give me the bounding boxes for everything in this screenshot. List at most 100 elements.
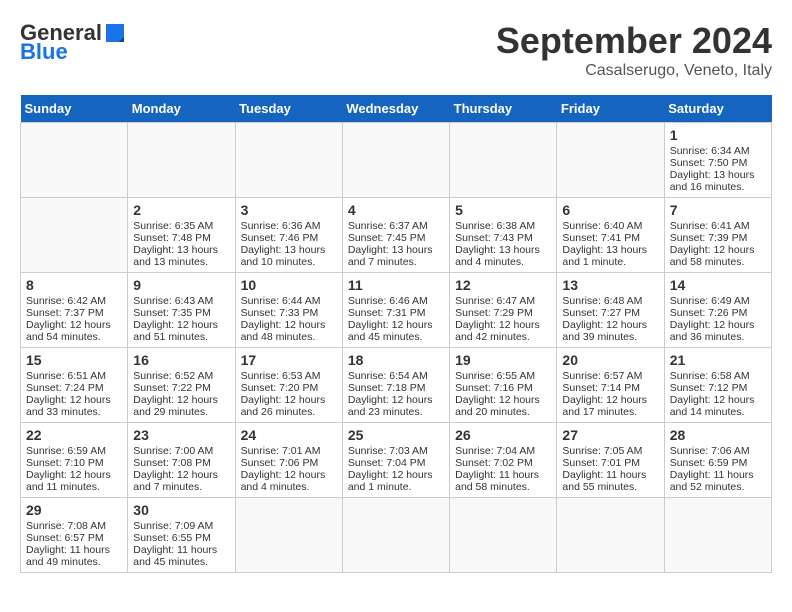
sunrise-text: Sunrise: 6:53 AM	[241, 370, 321, 382]
day-number: 13	[562, 277, 658, 293]
empty-cell	[342, 498, 449, 573]
month-title: September 2024	[496, 20, 772, 62]
sunset-text: Sunset: 7:39 PM	[670, 232, 748, 244]
calendar-week-2: 8 Sunrise: 6:42 AM Sunset: 7:37 PM Dayli…	[21, 273, 772, 348]
daylight-text: Daylight: 12 hours and 45 minutes.	[348, 319, 433, 343]
sunset-text: Sunset: 7:50 PM	[670, 157, 748, 169]
daylight-text: Daylight: 11 hours and 49 minutes.	[26, 544, 110, 568]
day-number: 23	[133, 427, 229, 443]
logo: General Blue	[20, 20, 126, 62]
sunset-text: Sunset: 7:20 PM	[241, 382, 319, 394]
daylight-text: Daylight: 12 hours and 39 minutes.	[562, 319, 647, 343]
sunrise-text: Sunrise: 6:49 AM	[670, 295, 750, 307]
sunset-text: Sunset: 6:55 PM	[133, 532, 211, 544]
calendar-day-10: 10 Sunrise: 6:44 AM Sunset: 7:33 PM Dayl…	[235, 273, 342, 348]
daylight-text: Daylight: 12 hours and 29 minutes.	[133, 394, 218, 418]
calendar-day-9: 9 Sunrise: 6:43 AM Sunset: 7:35 PM Dayli…	[128, 273, 235, 348]
calendar-day-27: 27 Sunrise: 7:05 AM Sunset: 7:01 PM Dayl…	[557, 423, 664, 498]
calendar-day-29: 29 Sunrise: 7:08 AM Sunset: 6:57 PM Dayl…	[21, 498, 128, 573]
calendar-day-18: 18 Sunrise: 6:54 AM Sunset: 7:18 PM Dayl…	[342, 348, 449, 423]
daylight-text: Daylight: 12 hours and 54 minutes.	[26, 319, 111, 343]
col-header-thursday: Thursday	[450, 95, 557, 123]
calendar-day-8: 8 Sunrise: 6:42 AM Sunset: 7:37 PM Dayli…	[21, 273, 128, 348]
sunrise-text: Sunrise: 6:52 AM	[133, 370, 213, 382]
sunrise-text: Sunrise: 6:59 AM	[26, 445, 106, 457]
col-header-wednesday: Wednesday	[342, 95, 449, 123]
day-number: 18	[348, 352, 444, 368]
sunset-text: Sunset: 7:35 PM	[133, 307, 211, 319]
day-number: 4	[348, 202, 444, 218]
daylight-text: Daylight: 13 hours and 4 minutes.	[455, 244, 540, 268]
header-row: SundayMondayTuesdayWednesdayThursdayFrid…	[21, 95, 772, 123]
sunrise-text: Sunrise: 6:54 AM	[348, 370, 428, 382]
sunrise-text: Sunrise: 6:34 AM	[670, 145, 750, 157]
calendar-day-2: 2 Sunrise: 6:35 AM Sunset: 7:48 PM Dayli…	[128, 198, 235, 273]
day-number: 3	[241, 202, 337, 218]
day-number: 15	[26, 352, 122, 368]
day-number: 20	[562, 352, 658, 368]
day-number: 17	[241, 352, 337, 368]
sunset-text: Sunset: 7:01 PM	[562, 457, 640, 469]
sunset-text: Sunset: 7:46 PM	[241, 232, 319, 244]
sunrise-text: Sunrise: 6:46 AM	[348, 295, 428, 307]
col-header-monday: Monday	[128, 95, 235, 123]
calendar-table: SundayMondayTuesdayWednesdayThursdayFrid…	[20, 95, 772, 573]
sunrise-text: Sunrise: 6:36 AM	[241, 220, 321, 232]
calendar-day-14: 14 Sunrise: 6:49 AM Sunset: 7:26 PM Dayl…	[664, 273, 771, 348]
daylight-text: Daylight: 12 hours and 14 minutes.	[670, 394, 755, 418]
sunset-text: Sunset: 7:08 PM	[133, 457, 211, 469]
calendar-week-0: 1 Sunrise: 6:34 AM Sunset: 7:50 PM Dayli…	[21, 123, 772, 198]
daylight-text: Daylight: 12 hours and 33 minutes.	[26, 394, 111, 418]
calendar-day-20: 20 Sunrise: 6:57 AM Sunset: 7:14 PM Dayl…	[557, 348, 664, 423]
sunrise-text: Sunrise: 6:58 AM	[670, 370, 750, 382]
calendar-day-24: 24 Sunrise: 7:01 AM Sunset: 7:06 PM Dayl…	[235, 423, 342, 498]
daylight-text: Daylight: 12 hours and 26 minutes.	[241, 394, 326, 418]
day-number: 1	[670, 127, 766, 143]
sunset-text: Sunset: 7:48 PM	[133, 232, 211, 244]
empty-cell	[21, 123, 128, 198]
logo-blue: Blue	[20, 42, 68, 62]
sunrise-text: Sunrise: 6:43 AM	[133, 295, 213, 307]
empty-cell	[342, 123, 449, 198]
sunset-text: Sunset: 7:24 PM	[26, 382, 104, 394]
header: General Blue September 2024 Casalserugo,…	[20, 20, 772, 80]
calendar-day-13: 13 Sunrise: 6:48 AM Sunset: 7:27 PM Dayl…	[557, 273, 664, 348]
sunrise-text: Sunrise: 6:40 AM	[562, 220, 642, 232]
day-number: 7	[670, 202, 766, 218]
sunset-text: Sunset: 7:33 PM	[241, 307, 319, 319]
daylight-text: Daylight: 11 hours and 55 minutes.	[562, 469, 646, 493]
calendar-day-4: 4 Sunrise: 6:37 AM Sunset: 7:45 PM Dayli…	[342, 198, 449, 273]
day-number: 21	[670, 352, 766, 368]
day-number: 14	[670, 277, 766, 293]
sunset-text: Sunset: 6:57 PM	[26, 532, 104, 544]
sunrise-text: Sunrise: 7:05 AM	[562, 445, 642, 457]
sunrise-text: Sunrise: 7:03 AM	[348, 445, 428, 457]
calendar-day-28: 28 Sunrise: 7:06 AM Sunset: 6:59 PM Dayl…	[664, 423, 771, 498]
calendar-day-30: 30 Sunrise: 7:09 AM Sunset: 6:55 PM Dayl…	[128, 498, 235, 573]
col-header-sunday: Sunday	[21, 95, 128, 123]
day-number: 27	[562, 427, 658, 443]
calendar-day-6: 6 Sunrise: 6:40 AM Sunset: 7:41 PM Dayli…	[557, 198, 664, 273]
calendar-day-17: 17 Sunrise: 6:53 AM Sunset: 7:20 PM Dayl…	[235, 348, 342, 423]
sunset-text: Sunset: 7:41 PM	[562, 232, 640, 244]
sunrise-text: Sunrise: 6:41 AM	[670, 220, 750, 232]
sunrise-text: Sunrise: 7:09 AM	[133, 520, 213, 532]
sunrise-text: Sunrise: 6:42 AM	[26, 295, 106, 307]
day-number: 30	[133, 502, 229, 518]
sunrise-text: Sunrise: 7:08 AM	[26, 520, 106, 532]
calendar-day-21: 21 Sunrise: 6:58 AM Sunset: 7:12 PM Dayl…	[664, 348, 771, 423]
day-number: 25	[348, 427, 444, 443]
calendar-day-3: 3 Sunrise: 6:36 AM Sunset: 7:46 PM Dayli…	[235, 198, 342, 273]
day-number: 2	[133, 202, 229, 218]
daylight-text: Daylight: 13 hours and 16 minutes.	[670, 169, 755, 193]
empty-cell	[557, 123, 664, 198]
day-number: 29	[26, 502, 122, 518]
sunset-text: Sunset: 7:12 PM	[670, 382, 748, 394]
col-header-tuesday: Tuesday	[235, 95, 342, 123]
calendar-day-1: 1 Sunrise: 6:34 AM Sunset: 7:50 PM Dayli…	[664, 123, 771, 198]
sunset-text: Sunset: 7:22 PM	[133, 382, 211, 394]
empty-cell	[235, 498, 342, 573]
empty-cell	[128, 123, 235, 198]
sunset-text: Sunset: 7:37 PM	[26, 307, 104, 319]
daylight-text: Daylight: 12 hours and 20 minutes.	[455, 394, 540, 418]
